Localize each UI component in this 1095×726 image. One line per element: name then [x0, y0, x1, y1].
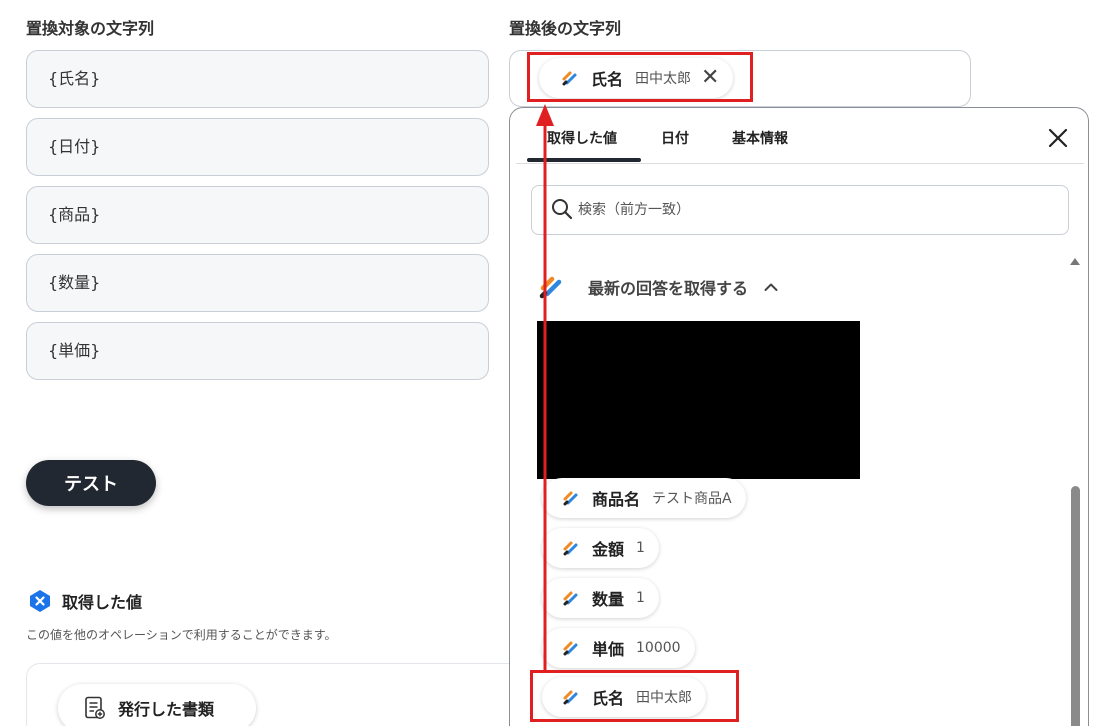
annotation-arrow [536, 104, 554, 672]
